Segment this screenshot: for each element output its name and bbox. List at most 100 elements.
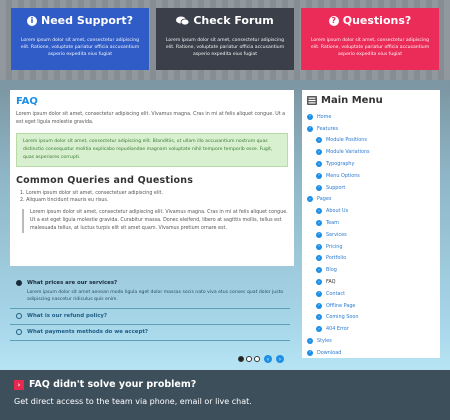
info-icon: i [27, 15, 38, 26]
sidebar-item-contact[interactable]: › Contact [307, 288, 435, 300]
sidebar-item-menu-options[interactable]: › Menu Options [307, 170, 435, 182]
sidebar-item-label: Module Positions [326, 137, 367, 144]
sidebar-item-label: Pricing [326, 243, 343, 250]
chevron-right-icon: › [316, 243, 322, 250]
questions-text: Lorem ipsum dolor sit amet, consectetur … [310, 38, 430, 57]
chevron-right-icon: › [316, 220, 322, 227]
sidebar-item-styles[interactable]: › Styles [307, 335, 435, 347]
success-notice: Lorem ipsum dolor sit amet, consectetur … [16, 133, 288, 167]
chevron-right-icon: › [316, 137, 322, 144]
sidebar-item-typography[interactable]: › Typography [307, 158, 435, 170]
chevron-right-icon: › [307, 113, 313, 120]
sidebar-item-label: Offline Page [326, 302, 356, 309]
page-title: FAQ [16, 96, 38, 107]
sidebar-item-label: Typography [326, 161, 355, 168]
chevron-right-icon: › [316, 172, 322, 179]
sidebar-item-label: Portfolio [326, 255, 347, 262]
accordion-pager: ‹ › [238, 355, 284, 363]
sidebar-item-home[interactable]: › Home [307, 111, 435, 123]
circle-outline-icon [16, 313, 22, 319]
sidebar-main-menu: Main Menu › Home › Features › Module Position… [302, 90, 440, 358]
chevron-right-icon: › [316, 267, 322, 274]
chevron-right-icon: › [307, 125, 313, 132]
accordion-answer: Lorem ipsum dolor sit amet aenean modo l… [27, 290, 284, 302]
common-queries-heading: Common Queries and Questions [16, 175, 194, 186]
need-support-box[interactable]: i Need Support? Lorem ipsum dolor sit am… [11, 8, 149, 70]
faq-accordion: What prices are our services? Lorem ipsu… [10, 276, 290, 341]
sidebar-item-label: FAQ [326, 279, 336, 286]
footer-heading: › FAQ didn't solve your problem? [14, 379, 436, 390]
sidebar-item-coming-soon[interactable]: › Coming Soon [307, 312, 435, 324]
sidebar-item-module-variations[interactable]: › Module Variations [307, 146, 435, 158]
accordion-item[interactable]: What is our refund policy? [10, 309, 290, 325]
accordion-header[interactable]: What payments methods do we accept? [16, 329, 284, 335]
check-forum-title: Check Forum [162, 14, 288, 27]
questions-title: ? Questions? [307, 14, 433, 27]
questions-box[interactable]: ? Questions? Lorem ipsum dolor sit amet,… [301, 8, 439, 70]
sidebar-item-module-positions[interactable]: › Module Positions [307, 135, 435, 147]
check-forum-text: Lorem ipsum dolor sit amet, consectetur … [165, 38, 285, 57]
ordered-list: Lorem ipsum dolor sit amet, consectetuer… [16, 190, 288, 204]
check-forum-box[interactable]: Check Forum Lorem ipsum dolor sit amet, … [156, 8, 294, 70]
sidebar-item-label: Menu Options [326, 172, 360, 179]
sidebar-item-offline-page[interactable]: › Offline Page [307, 300, 435, 312]
chevron-right-icon: › [307, 349, 313, 356]
chevron-right-icon: › [316, 231, 322, 238]
accordion-header[interactable]: What is our refund policy? [16, 313, 284, 319]
list-item: Aliquam tincidunt mauris eu risus. [20, 197, 288, 204]
pager-dot-3[interactable] [254, 356, 260, 362]
chevron-right-icon: › [316, 302, 322, 309]
blockquote: Lorem ipsum dolor sit amet, consectetur … [22, 209, 288, 233]
intro-paragraph: Lorem ipsum dolor sit amet, consectetur … [16, 112, 286, 125]
sidebar-item-services[interactable]: › Services [307, 229, 435, 241]
sidebar-item-label: Blog [326, 267, 337, 274]
accordion-item[interactable]: What prices are our services? Lorem ipsu… [10, 276, 290, 309]
need-support-text: Lorem ipsum dolor sit amet, consectetur … [20, 38, 140, 57]
sidebar-item-blog[interactable]: › Blog [307, 264, 435, 276]
sidebar-item-label: Home [317, 113, 332, 120]
chat-bubbles-icon [176, 16, 190, 25]
chevron-right-icon: › [316, 290, 322, 297]
sidebar-item-label: Coming Soon [326, 314, 359, 321]
pager-dot-1[interactable] [238, 356, 244, 362]
pager-dot-2[interactable] [246, 356, 252, 362]
chevron-right-icon: › [307, 338, 313, 345]
need-support-title: i Need Support? [17, 14, 143, 27]
sidebar-item-label: Team [326, 220, 339, 227]
chevron-right-icon: › [316, 161, 322, 168]
sidebar-item-label: 404 Error [326, 326, 349, 333]
help-footer: › FAQ didn't solve your problem? Get dir… [0, 370, 450, 420]
sidebar-item-features[interactable]: › Features [307, 123, 435, 135]
accordion-item[interactable]: What payments methods do we accept? [10, 325, 290, 341]
sidebar-item-label: Module Variations [326, 149, 370, 156]
sidebar-item-label: Support [326, 184, 346, 191]
sidebar-item-team[interactable]: › Team [307, 217, 435, 229]
chevron-right-icon: › [316, 149, 322, 156]
chevron-right-icon: › [316, 279, 322, 286]
prev-arrow-icon[interactable]: ‹ [264, 355, 272, 363]
chevron-right-icon: › [316, 208, 322, 215]
circle-outline-icon [16, 329, 22, 335]
sidebar-item-label: Styles [317, 338, 332, 345]
circle-filled-icon [16, 280, 22, 286]
sidebar-title: Main Menu [307, 95, 435, 106]
faq-content-panel: FAQ Lorem ipsum dolor sit amet, consecte… [10, 90, 294, 266]
sidebar-item-404-error[interactable]: › 404 Error [307, 323, 435, 335]
sidebar-item-download[interactable]: › Download [307, 347, 435, 359]
next-arrow-icon[interactable]: › [276, 355, 284, 363]
sidebar-item-label: Download [317, 349, 342, 356]
sidebar-item-portfolio[interactable]: › Portfolio [307, 253, 435, 265]
chevron-right-icon: › [14, 379, 24, 390]
sidebar-item-label: Features [317, 125, 339, 132]
list-icon [307, 96, 317, 105]
footer-subtitle: Get direct access to the team via phone,… [14, 397, 252, 406]
chevron-right-icon: › [316, 326, 322, 333]
menu-list: › Home › Features › Module Positions › Module V… [307, 111, 435, 359]
sidebar-item-pricing[interactable]: › Pricing [307, 241, 435, 253]
chevron-right-icon: › [316, 184, 322, 191]
question-icon: ? [328, 15, 339, 26]
sidebar-item-support[interactable]: › Support [307, 182, 435, 194]
sidebar-item-faq[interactable]: › FAQ [307, 276, 435, 288]
sidebar-item-pages[interactable]: › Pages [307, 194, 435, 206]
sidebar-item-about-us[interactable]: › About Us [307, 205, 435, 217]
